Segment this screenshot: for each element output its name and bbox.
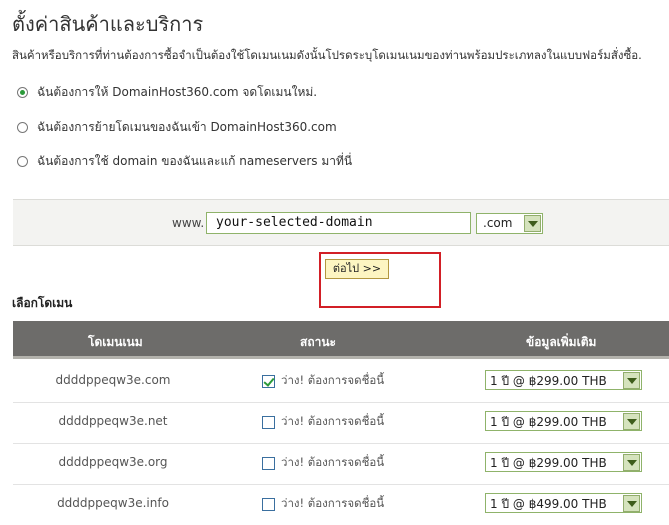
tld-select-value: .com	[483, 216, 513, 230]
column-header-status: สถานะ	[300, 335, 336, 349]
intro-text: สินค้าหรือบริการที่ท่านต้องการซื้อจำเป็น…	[12, 48, 642, 62]
chevron-down-icon[interactable]	[623, 372, 640, 389]
register-checkbox[interactable]	[262, 374, 275, 388]
price-select[interactable]: 1 ปี @ ฿299.00 THB	[485, 411, 642, 431]
table-header: โดเมนเนม สถานะ ข้อมูลเพิ่มเติม	[13, 321, 669, 359]
highlight-box	[319, 252, 441, 308]
table-row: ddddppeqw3e.net ว่าง! ต้องการจดชื่อนี้ 1…	[13, 402, 669, 443]
column-header-domain: โดเมนเนม	[88, 335, 143, 349]
radio-transfer[interactable]	[17, 122, 28, 133]
price-select[interactable]: 1 ปี @ ฿299.00 THB	[485, 452, 642, 472]
table-row: ddddppeqw3e.info ว่าง! ต้องการจดชื่อนี้ …	[13, 484, 669, 525]
domain-input[interactable]: your-selected-domain	[206, 212, 471, 234]
domain-name: ddddppeqw3e.com	[55, 373, 171, 387]
chevron-down-icon[interactable]	[623, 413, 640, 430]
section-title: เลือกโดเมน	[12, 296, 73, 310]
price-select-value: 1 ปี @ ฿299.00 THB	[490, 456, 607, 470]
status-cell[interactable]: ว่าง! ต้องการจดชื่อนี้	[262, 372, 384, 390]
status-text: ว่าง! ต้องการจดชื่อนี้	[281, 455, 385, 469]
price-select-value: 1 ปี @ ฿499.00 THB	[490, 497, 607, 511]
chevron-down-icon[interactable]	[524, 215, 541, 232]
radio-own-domain[interactable]	[17, 156, 28, 167]
option-own-domain-label: ฉันต้องการใช้ domain ของฉันและแก้ namese…	[37, 154, 353, 168]
option-register-new-label: ฉันต้องการให้ DomainHost360.com จดโดเมนใ…	[37, 85, 318, 99]
register-checkbox[interactable]	[262, 497, 275, 511]
chevron-down-icon[interactable]	[623, 454, 640, 471]
domain-name: ddddppeqw3e.org	[58, 455, 168, 469]
price-select[interactable]: 1 ปี @ ฿299.00 THB	[485, 370, 642, 390]
price-select[interactable]: 1 ปี @ ฿499.00 THB	[485, 493, 642, 513]
status-text: ว่าง! ต้องการจดชื่อนี้	[281, 496, 385, 510]
price-select-value: 1 ปี @ ฿299.00 THB	[490, 415, 607, 429]
option-own-domain[interactable]: ฉันต้องการใช้ domain ของฉันและแก้ namese…	[17, 152, 352, 171]
option-register-new[interactable]: ฉันต้องการให้ DomainHost360.com จดโดเมนใ…	[17, 83, 317, 102]
www-prefix: www.	[172, 216, 205, 230]
status-cell[interactable]: ว่าง! ต้องการจดชื่อนี้	[262, 495, 384, 513]
option-transfer[interactable]: ฉันต้องการย้ายโดเมนของฉันเข้า DomainHost…	[17, 118, 337, 137]
table-row: ddddppeqw3e.com ว่าง! ต้องการจดชื่อนี้ 1…	[13, 361, 669, 402]
radio-register-new[interactable]	[17, 87, 28, 98]
status-text: ว่าง! ต้องการจดชื่อนี้	[281, 414, 385, 428]
status-cell[interactable]: ว่าง! ต้องการจดชื่อนี้	[262, 413, 384, 431]
tld-select[interactable]: .com	[476, 213, 543, 234]
domain-name: ddddppeqw3e.info	[57, 496, 169, 510]
column-header-info: ข้อมูลเพิ่มเติม	[526, 335, 597, 349]
chevron-down-icon[interactable]	[623, 495, 640, 512]
option-transfer-label: ฉันต้องการย้ายโดเมนของฉันเข้า DomainHost…	[37, 120, 337, 134]
domain-name: ddddppeqw3e.net	[58, 414, 168, 428]
price-select-value: 1 ปี @ ฿299.00 THB	[490, 374, 607, 388]
status-text: ว่าง! ต้องการจดชื่อนี้	[281, 373, 385, 387]
page-title: ตั้งค่าสินค้าและบริการ	[12, 12, 204, 36]
register-checkbox[interactable]	[262, 456, 275, 470]
register-checkbox[interactable]	[262, 415, 275, 429]
table-row: ddddppeqw3e.org ว่าง! ต้องการจดชื่อนี้ 1…	[13, 443, 669, 484]
status-cell[interactable]: ว่าง! ต้องการจดชื่อนี้	[262, 454, 384, 472]
